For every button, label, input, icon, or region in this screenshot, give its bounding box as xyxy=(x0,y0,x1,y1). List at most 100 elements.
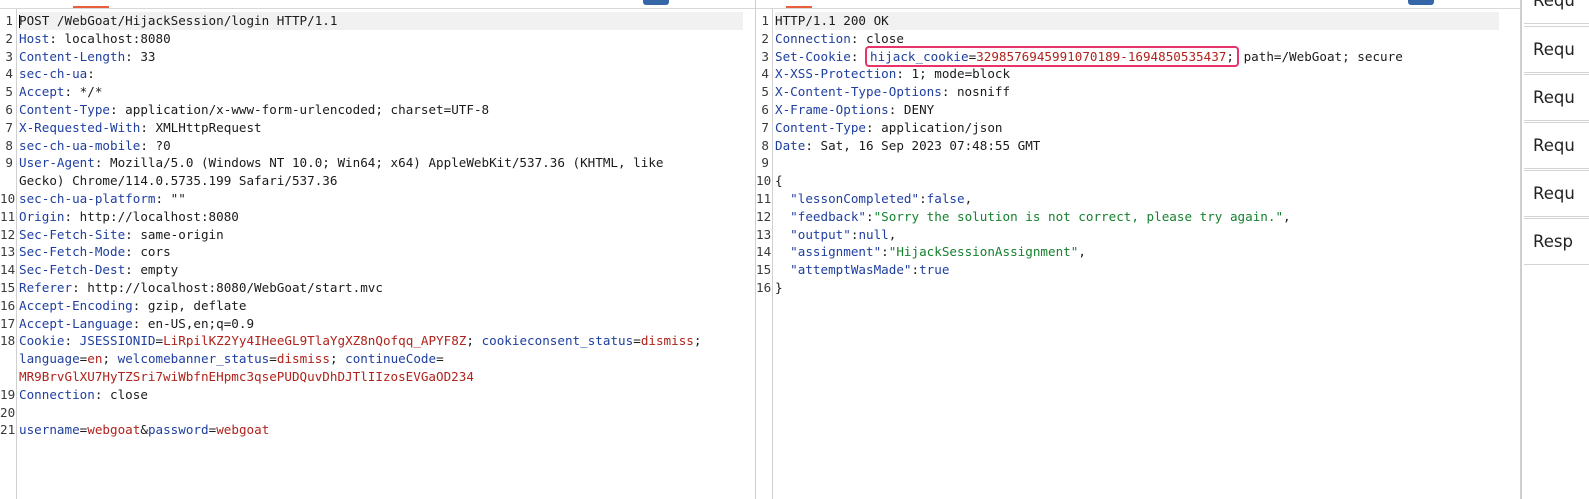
side-item-request-attributes[interactable]: Requ xyxy=(1524,0,1589,24)
code-line[interactable]: 7 Content-Type: application/json xyxy=(756,119,1520,137)
code-token: Set-Cookie xyxy=(775,48,851,64)
code-token: { xyxy=(775,173,783,189)
code-token: = xyxy=(436,351,444,367)
toolbar-button-fragment[interactable] xyxy=(643,0,669,5)
code-line[interactable]: 10{ xyxy=(756,172,1520,190)
code-line[interactable]: 3 Content-Length: 33 xyxy=(0,48,755,66)
line-number: 6 xyxy=(761,101,769,117)
line-number: 10 xyxy=(0,190,16,206)
request-editor[interactable]: 1 POST /WebGoat/HijackSession/login HTTP/… xyxy=(0,0,756,499)
side-item-response-headers[interactable]: Resp xyxy=(1524,218,1589,265)
line-number: 5 xyxy=(761,84,769,100)
line-number: 5 xyxy=(5,84,13,100)
code-text: Accept-Language: en-US,en;q=0.9 xyxy=(19,315,747,333)
code-line[interactable]: 14 "assignment":"HijackSessionAssignment… xyxy=(756,243,1520,261)
code-token: dismiss xyxy=(276,351,330,367)
code-token: path=/WebGoat; secure xyxy=(1235,48,1403,64)
code-token: Content-Type xyxy=(19,101,110,117)
code-line[interactable]: 10 sec-ch-ua-platform: "" xyxy=(0,190,755,208)
code-line[interactable]: 11 "lessonCompleted":false, xyxy=(756,190,1520,208)
code-line[interactable]: 13 "output":null, xyxy=(756,226,1520,244)
code-line[interactable]: 7 X-Requested-With: XMLHttpRequest xyxy=(0,119,755,137)
code-token: : localhost:8080 xyxy=(49,30,171,46)
line-number: 7 xyxy=(5,119,13,135)
code-text: MR9BrvGlXU7HyTZSri7wiWbfnEHpmc3qsePUDQuv… xyxy=(19,368,747,386)
code-line[interactable]: 6 X-Frame-Options: DENY xyxy=(756,101,1520,119)
code-token: : xyxy=(881,244,889,260)
code-token: X-XSS-Protection xyxy=(775,66,897,82)
code-token: : close xyxy=(94,386,148,402)
line-number: 11 xyxy=(756,190,772,206)
code-line[interactable]: 5 Accept: */* xyxy=(0,83,755,101)
code-token: Accept xyxy=(19,84,65,100)
code-line[interactable]: Gecko) Chrome/114.0.5735.199 Safari/537.… xyxy=(0,172,755,190)
code-text: "feedback":"Sorry the solution is not co… xyxy=(775,208,1512,226)
code-line[interactable]: 3 Set-Cookie: hijack_cookie=3298576945991… xyxy=(756,45,1520,67)
code-token: : nosniff xyxy=(941,84,1011,100)
code-line[interactable]: language=en; welcomebanner_status=dismis… xyxy=(0,350,755,368)
code-token: LiRpilKZ2Yy4IHeeGL9TlaYgXZ8nQofqq_APYF8Z xyxy=(163,333,467,349)
code-line[interactable]: 15 "attemptWasMade":true xyxy=(756,261,1520,279)
code-token: : XMLHttpRequest xyxy=(140,119,262,135)
code-line[interactable]: 12 Sec-Fetch-Site: same-origin xyxy=(0,226,755,244)
code-line[interactable]: 1 HTTP/1.1 200 OK xyxy=(756,12,1520,30)
code-line[interactable]: 11 Origin: http://localhost:8080 xyxy=(0,208,755,226)
side-item-request-headers[interactable]: Requ xyxy=(1524,170,1589,217)
code-line[interactable]: 4 X-XSS-Protection: 1; mode=block xyxy=(756,65,1520,83)
code-line[interactable]: 2 Host: localhost:8080 xyxy=(0,30,755,48)
code-token: : xyxy=(866,208,874,224)
code-line[interactable]: MR9BrvGlXU7HyTZSri7wiWbfnEHpmc3qsePUDQuv… xyxy=(0,368,755,386)
code-line[interactable]: 2 Connection: close xyxy=(756,30,1520,48)
side-item-request-cookies[interactable]: Requ xyxy=(1524,122,1589,169)
code-line[interactable]: 8 Date: Sat, 16 Sep 2023 07:48:55 GMT xyxy=(756,137,1520,155)
code-line[interactable]: 19 Connection: close xyxy=(0,386,755,404)
code-line[interactable]: 17 Accept-Language: en-US,en;q=0.9 xyxy=(0,315,755,333)
code-token: User-Agent xyxy=(19,155,95,171)
line-number: 14 xyxy=(756,244,772,260)
line-number: 20 xyxy=(0,404,16,420)
code-line[interactable]: 9 User-Agent: Mozilla/5.0 (Windows NT 10.… xyxy=(0,154,755,172)
code-text: sec-ch-ua-platform: "" xyxy=(19,190,747,208)
code-token: Connection xyxy=(19,386,95,402)
code-line[interactable]: 15 Referer: http://localhost:8080/WebGoat… xyxy=(0,279,755,297)
code-line[interactable]: 16} xyxy=(756,279,1520,297)
side-item-request-body[interactable]: Requ xyxy=(1524,74,1589,121)
code-line[interactable]: 5 X-Content-Type-Options: nosniff xyxy=(756,83,1520,101)
code-text: "lessonCompleted":false, xyxy=(775,190,1512,208)
code-token: Sec-Fetch-Site xyxy=(19,226,126,242)
response-code-lines[interactable]: 1 HTTP/1.1 200 OK 2 Connection: close 3 Set-C… xyxy=(756,12,1520,297)
code-line[interactable]: 13 Sec-Fetch-Mode: cors xyxy=(0,243,755,261)
code-token: "Sorry the solution is not correct, plea… xyxy=(873,208,1284,224)
line-number: 9 xyxy=(5,155,13,171)
toolbar-button-fragment[interactable] xyxy=(1408,0,1434,5)
code-line[interactable]: 8 sec-ch-ua-mobile: ?0 xyxy=(0,137,755,155)
code-line[interactable]: 14 Sec-Fetch-Dest: empty xyxy=(0,261,755,279)
code-token: "HijackSessionAssignment" xyxy=(888,244,1079,260)
code-line[interactable]: 18 Cookie: JSESSIONID=LiRpilKZ2Yy4IHeeGL9… xyxy=(0,332,755,350)
code-token: Accept-Encoding xyxy=(19,297,133,313)
line-number: 13 xyxy=(0,244,16,260)
line-number: 16 xyxy=(756,279,772,295)
code-token: ; xyxy=(102,351,118,367)
code-line[interactable]: 12 "feedback":"Sorry the solution is not… xyxy=(756,208,1520,226)
code-token: X-Requested-With xyxy=(19,119,141,135)
code-line[interactable]: 6 Content-Type: application/x-www-form-ur… xyxy=(0,101,755,119)
response-viewer[interactable]: 1 HTTP/1.1 200 OK 2 Connection: close 3 Set-C… xyxy=(756,0,1521,499)
code-line[interactable]: 16 Accept-Encoding: gzip, deflate xyxy=(0,297,755,315)
request-code-lines[interactable]: 1 POST /WebGoat/HijackSession/login HTTP/… xyxy=(0,12,755,439)
code-token: "assignment" xyxy=(790,244,882,260)
code-line[interactable]: 21 username=webgoat&password=webgoat xyxy=(0,421,755,439)
code-line[interactable]: 1 POST /WebGoat/HijackSession/login HTTP/… xyxy=(0,12,755,30)
code-token: : application/x-www-form-urlencoded; cha… xyxy=(110,101,490,117)
line-number: 7 xyxy=(761,119,769,135)
code-line[interactable]: 20 xyxy=(0,404,755,422)
side-item-request-query[interactable]: Requ xyxy=(1524,26,1589,73)
code-line[interactable]: 4 sec-ch-ua: xyxy=(0,65,755,83)
code-line[interactable]: 9 xyxy=(756,154,1520,172)
code-token: webgoat xyxy=(216,422,270,438)
code-text: } xyxy=(775,279,1512,297)
code-token: , xyxy=(1078,244,1086,260)
code-token: continueCode xyxy=(345,351,437,367)
